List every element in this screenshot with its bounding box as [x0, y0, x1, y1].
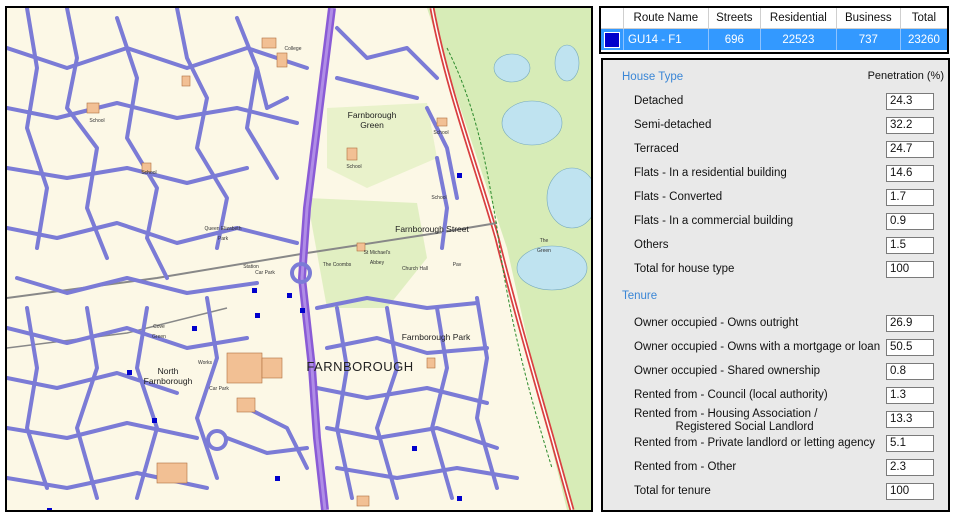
- route-residential-cell: 22523: [760, 28, 837, 50]
- house-type-label-flats-commercial: Flats - In a commercial building: [634, 215, 794, 227]
- map-label-north-farnborough: North Farnborough: [143, 366, 193, 386]
- tenure-label-owns-outright: Owner occupied - Owns outright: [634, 317, 799, 329]
- column-header-streets[interactable]: Streets: [708, 8, 761, 29]
- tenure-label-shared-ownership: Owner occupied - Shared ownership: [634, 365, 821, 377]
- map-label-works: Works: [197, 360, 213, 366]
- tenure-value-private-landlord[interactable]: 5.1: [886, 435, 934, 452]
- route-row-selected[interactable]: GU14 - F1 696 22523 737 23260: [601, 28, 947, 50]
- column-header-total[interactable]: Total: [900, 8, 947, 29]
- house-type-label-terraced: Terraced: [634, 143, 679, 155]
- tenure-value-owns-outright[interactable]: 26.9: [886, 315, 934, 332]
- map-label-cove-green: Cove Green: [152, 324, 166, 340]
- house-type-value-others[interactable]: 1.5: [886, 237, 934, 254]
- route-color-box: [604, 31, 620, 48]
- house-type-value-flats-commercial[interactable]: 0.9: [886, 213, 934, 230]
- route-color-swatch[interactable]: [601, 28, 624, 50]
- house-type-label-total: Total for house type: [634, 263, 735, 275]
- map-label-church-hall: Church Hall: [401, 266, 429, 272]
- map-label-college: College: [284, 46, 302, 52]
- map-label-queen-elizabeth-park: Queen Elizabeth Park: [204, 226, 242, 242]
- column-header-residential[interactable]: Residential: [760, 8, 837, 29]
- tenure-label-other: Rented from - Other: [634, 461, 737, 473]
- house-type-label-detached: Detached: [634, 95, 684, 107]
- map-label-school-1: School: [89, 118, 105, 124]
- house-type-label-flats-converted: Flats - Converted: [634, 191, 723, 203]
- map-label-st-michaels-abbey: St Michael's Abbey: [363, 250, 391, 266]
- map-label-pav: Pav: [452, 262, 462, 268]
- map-canvas[interactable]: [7, 8, 591, 510]
- tenure-value-housing-association[interactable]: 13.3: [886, 411, 934, 428]
- map-label-car-park-2: Car Park: [209, 386, 229, 392]
- tenure-label-private-landlord: Rented from - Private landlord or lettin…: [634, 437, 875, 449]
- tenure-section-title: Tenure: [622, 290, 658, 302]
- map-label-school-3: School: [346, 164, 362, 170]
- house-type-value-flats-residential[interactable]: 14.6: [886, 165, 934, 182]
- house-type-section-title: House Type: [622, 71, 684, 83]
- route-name-cell: GU14 - F1: [623, 28, 709, 50]
- map-label-farnborough-park: Farnborough Park: [401, 332, 471, 342]
- route-table-header: Route Name Streets Residential Business …: [601, 8, 947, 29]
- house-type-value-total[interactable]: 100: [886, 261, 934, 278]
- column-header-business[interactable]: Business: [836, 8, 901, 29]
- tenure-value-council[interactable]: 1.3: [886, 387, 934, 404]
- penetration-header: Penetration (%): [867, 70, 944, 82]
- map-label-farnborough-street: Farnborough Street: [395, 224, 469, 234]
- house-type-value-terraced[interactable]: 24.7: [886, 141, 934, 158]
- tenure-label-total: Total for tenure: [634, 485, 711, 497]
- house-type-label-others: Others: [634, 239, 669, 251]
- map-label-car-park: Car Park: [255, 270, 275, 276]
- route-total-cell: 23260: [900, 28, 947, 50]
- map-label-farnborough: FARNBOROUGH: [306, 359, 414, 374]
- house-type-label-semi-detached: Semi-detached: [634, 119, 712, 131]
- tenure-value-mortgage[interactable]: 50.5: [886, 339, 934, 356]
- map-label-school-4: School: [433, 130, 449, 136]
- swatch-column-header: [601, 8, 624, 29]
- map-label-farnborough-green: Farnborough Green: [347, 110, 397, 130]
- column-header-route-name[interactable]: Route Name: [623, 8, 709, 29]
- map-label-the-green: The Green: [537, 238, 551, 254]
- house-type-value-semi-detached[interactable]: 32.2: [886, 117, 934, 134]
- map-label-school-5: School: [431, 195, 447, 201]
- tenure-label-housing-association: Rented from - Housing Association / Regi…: [634, 408, 818, 433]
- house-type-value-flats-converted[interactable]: 1.7: [886, 189, 934, 206]
- demographics-panel[interactable]: House Type Penetration (%) Detached 24.3…: [601, 58, 950, 512]
- tenure-value-total[interactable]: 100: [886, 483, 934, 500]
- map-label-school-2: School: [141, 170, 157, 176]
- route-business-cell: 737: [836, 28, 901, 50]
- route-table: Route Name Streets Residential Business …: [599, 6, 949, 54]
- tenure-value-shared-ownership[interactable]: 0.8: [886, 363, 934, 380]
- house-type-label-flats-residential: Flats - In a residential building: [634, 167, 787, 179]
- tenure-label-council: Rented from - Council (local authority): [634, 389, 828, 401]
- tenure-label-mortgage: Owner occupied - Owns with a mortgage or…: [634, 341, 881, 353]
- route-streets-cell: 696: [708, 28, 761, 50]
- house-type-value-detached[interactable]: 24.3: [886, 93, 934, 110]
- tenure-value-other[interactable]: 2.3: [886, 459, 934, 476]
- route-map[interactable]: Farnborough Green Farnborough Street Far…: [5, 6, 593, 512]
- map-label-the-coombs: The Coombs: [322, 262, 352, 268]
